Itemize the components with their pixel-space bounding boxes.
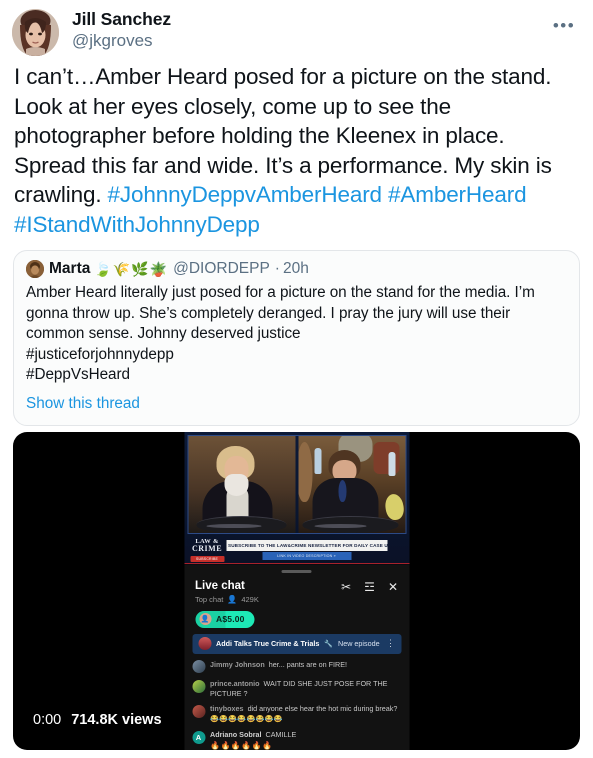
avatar[interactable] <box>12 9 59 56</box>
live-chat-actions: ✂ ☲ ✕ <box>341 579 398 593</box>
superchat-avatar-icon: 👤 <box>199 613 211 625</box>
tweet-body-text: I can’t…Amber Heard posed for a picture … <box>0 56 593 239</box>
chat-message-body: Adriano Sobral CAMILLE 🔥🔥🔥🔥🔥🔥 <box>210 730 401 750</box>
quoted-tweet-card[interactable]: Marta 🍃🌾🌿🪴 @DIORDEPP · 20h Amber Heard l… <box>13 250 580 426</box>
courtroom-broadcast-still: LAW & CRIME SUBSCRIBE SUBSCRIBE TO THE L… <box>184 432 409 564</box>
video-content-frame: LAW & CRIME SUBSCRIBE SUBSCRIBE TO THE L… <box>184 432 409 750</box>
quoted-hashtag-2: #DeppVsHeard <box>26 366 130 383</box>
quoted-hashtag-1: #justiceforjohnnydepp <box>26 345 174 363</box>
chat-emoji-row: 😂😂😂😂😂😂😂😂 <box>210 715 283 723</box>
live-chat-title-block: Live chat Top chat 👤 429K <box>195 579 341 604</box>
broadcast-pane-right <box>298 436 405 533</box>
chat-text: CAMILLE <box>265 730 297 739</box>
video-player[interactable]: LAW & CRIME SUBSCRIBE SUBSCRIBE TO THE L… <box>13 432 580 750</box>
watermark-line-2: CRIME <box>191 544 223 553</box>
chat-message: A Adriano Sobral CAMILLE 🔥🔥🔥🔥🔥🔥 <box>192 730 401 750</box>
pinned-message-text: New episode of... <box>338 639 381 648</box>
close-icon[interactable]: ✕ <box>388 581 398 593</box>
broadcast-split-panes <box>187 435 406 534</box>
quoted-tweet-header: Marta 🍃🌾🌿🪴 @DIORDEPP · 20h <box>26 260 567 278</box>
pinned-author-avatar <box>198 637 211 650</box>
chat-message: prince.antonio WAIT DID SHE JUST POSE FOR… <box>192 679 401 698</box>
broadcast-pane-left <box>188 436 295 533</box>
quoted-separator-dot: · <box>274 260 280 277</box>
author-display-name[interactable]: Jill Sanchez <box>72 9 171 30</box>
video-meta-overlay: 0:00 714.8K views <box>33 712 162 728</box>
tweet-card: Jill Sanchez @jkgroves ••• I can’t…Amber… <box>0 0 593 758</box>
scissors-icon[interactable]: ✂ <box>341 581 351 593</box>
quoted-tweet-text: Amber Heard literally just posed for a p… <box>26 283 567 345</box>
viewer-person-icon: 👤 <box>227 594 238 604</box>
quoted-timestamp: 20h <box>282 260 309 277</box>
chat-author: Jimmy Johnson <box>210 659 265 669</box>
quoted-author-avatar[interactable] <box>26 260 44 278</box>
pinned-overflow-icon[interactable]: ⋮ <box>386 639 395 648</box>
chat-avatar: A <box>192 730 205 744</box>
hashtag-istandwithjohnnydepp[interactable]: #IStandWithJohnnyDepp <box>14 212 260 237</box>
quoted-author-handle: @DIORDEPP <box>173 260 270 277</box>
video-current-time: 0:00 <box>33 712 62 728</box>
show-this-thread-link[interactable]: Show this thread <box>26 394 567 414</box>
chat-text: did anyone else hear the hot mic during … <box>247 704 398 713</box>
chat-message-body: prince.antonio WAIT DID SHE JUST POSE FOR… <box>210 679 401 698</box>
live-chat-header: Live chat Top chat 👤 429K ✂ ☲ ✕ <box>184 573 409 604</box>
newsletter-banner: SUBSCRIBE TO THE LAW&CRIME NEWSLETTER FO… <box>226 540 387 551</box>
chat-message: Jimmy Johnson her... pants are on FIRE! <box>192 660 401 673</box>
chat-author: Adriano Sobral <box>210 730 262 739</box>
author-info: Jill Sanchez @jkgroves <box>72 9 171 50</box>
chat-message-body: tinyboxes did anyone else hear the hot mi… <box>210 704 401 724</box>
video-view-count: 714.8K views <box>71 712 162 728</box>
live-chat-subtitle[interactable]: Top chat 👤 429K <box>195 595 341 604</box>
live-chat-panel: Live chat Top chat 👤 429K ✂ ☲ ✕ � <box>184 565 409 750</box>
pinned-author-name: Addi Talks True Crime & Trials <box>216 639 320 648</box>
chat-emoji-row: 🔥🔥🔥🔥🔥🔥 <box>210 740 273 750</box>
chat-author: tinyboxes <box>210 704 244 713</box>
top-chat-label: Top chat <box>195 594 224 604</box>
hashtag-johnnydeppvamberheard[interactable]: #JohnnyDeppvAmberHeard <box>108 182 383 207</box>
tweet-header: Jill Sanchez @jkgroves ••• <box>0 0 593 56</box>
link-in-description-banner: LINK IN VIDEO DESCRIPTION » <box>262 552 351 560</box>
chat-avatar <box>192 660 205 673</box>
superchat-amount: A$5.00 <box>216 614 245 624</box>
chat-text: her... pants are on FIRE! <box>268 659 348 669</box>
quoted-author-name: Marta <box>49 260 91 277</box>
superchat-badge[interactable]: 👤 A$5.00 <box>195 610 255 628</box>
chat-avatar <box>192 704 205 718</box>
law-and-crime-watermark: LAW & CRIME SUBSCRIBE <box>190 538 224 562</box>
chat-message-list: Jimmy Johnson her... pants are on FIRE! p… <box>184 660 409 751</box>
quoted-author-emojis: 🍃🌾🌿🪴 <box>94 261 169 277</box>
pinned-chat-message[interactable]: Addi Talks True Crime & Trials 🔧 New epi… <box>192 633 401 654</box>
more-options-icon[interactable]: ••• <box>549 9 579 39</box>
hashtag-amberheard[interactable]: #AmberHeard <box>388 182 527 207</box>
chat-message: tinyboxes did anyone else hear the hot mi… <box>192 704 401 724</box>
live-chat-title: Live chat <box>195 579 245 592</box>
chat-message-body: Jimmy Johnson her... pants are on FIRE! <box>210 660 401 670</box>
chat-settings-icon[interactable]: ☲ <box>364 581 375 593</box>
chat-author: prince.antonio <box>210 679 260 688</box>
author-handle[interactable]: @jkgroves <box>72 31 171 50</box>
viewer-count: 429K <box>241 594 259 604</box>
quoted-line-3: sense. Johnny deserved justice <box>88 325 301 342</box>
watermark-subscribe-badge: SUBSCRIBE <box>190 555 224 562</box>
broadcast-progress-bar <box>184 563 409 564</box>
wrench-icon: 🔧 <box>324 640 334 648</box>
chat-avatar <box>192 679 205 693</box>
quoted-line-1: Amber Heard literally just posed for a p… <box>26 284 535 301</box>
